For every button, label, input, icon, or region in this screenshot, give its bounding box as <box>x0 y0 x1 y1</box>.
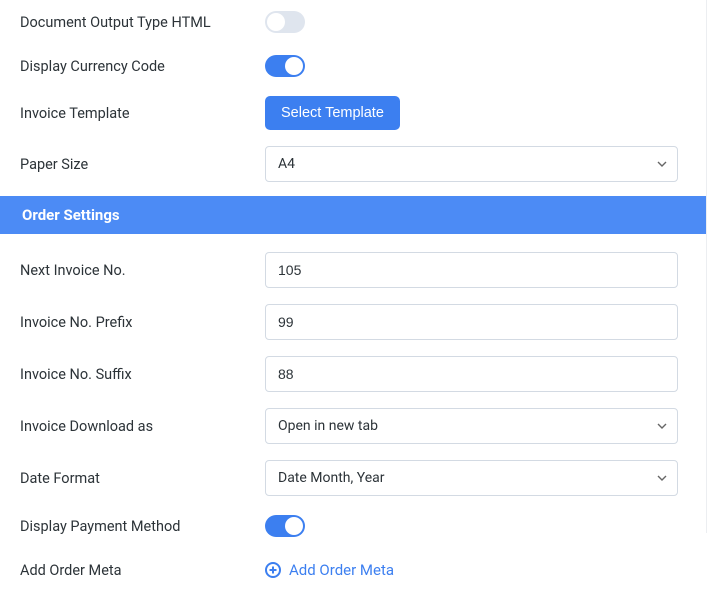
label-paper-size: Paper Size <box>20 156 265 173</box>
label-invoice-template: Invoice Template <box>20 105 265 122</box>
plus-circle-icon <box>265 562 281 578</box>
select-date-format[interactable]: Date Month, Year <box>265 460 678 496</box>
input-invoice-no-suffix[interactable] <box>265 356 678 392</box>
label-date-format: Date Format <box>20 470 265 487</box>
settings-form: Document Output Type HTML Display Curren… <box>0 0 720 592</box>
row-invoice-template: Invoice Template Select Template <box>0 88 720 138</box>
chevron-down-icon <box>657 473 667 483</box>
label-invoice-no-prefix: Invoice No. Prefix <box>20 314 265 331</box>
select-template-button[interactable]: Select Template <box>265 96 400 130</box>
label-document-output-type: Document Output Type HTML <box>20 14 265 31</box>
chevron-down-icon <box>657 421 667 431</box>
toggle-display-currency-code[interactable] <box>265 55 305 77</box>
section-header-order-settings: Order Settings <box>0 196 720 234</box>
input-invoice-no-prefix[interactable] <box>265 304 678 340</box>
row-display-payment-method: Display Payment Method <box>0 504 720 548</box>
row-add-order-meta: Add Order Meta Add Order Meta <box>0 548 720 592</box>
toggle-knob <box>285 517 303 535</box>
toggle-knob <box>285 57 303 75</box>
label-add-order-meta: Add Order Meta <box>20 562 265 579</box>
row-invoice-download-as: Invoice Download as Open in new tab <box>0 400 720 452</box>
label-invoice-no-suffix: Invoice No. Suffix <box>20 366 265 383</box>
select-date-format-value: Date Month, Year <box>278 470 384 486</box>
label-display-currency-code: Display Currency Code <box>20 58 265 75</box>
chevron-down-icon <box>657 159 667 169</box>
row-date-format: Date Format Date Month, Year <box>0 452 720 504</box>
add-order-meta-link-text: Add Order Meta <box>289 561 394 579</box>
label-next-invoice-no: Next Invoice No. <box>20 262 265 279</box>
select-invoice-download-as-value: Open in new tab <box>278 418 378 434</box>
input-next-invoice-no[interactable] <box>265 252 678 288</box>
label-invoice-download-as: Invoice Download as <box>20 418 265 435</box>
select-invoice-download-as[interactable]: Open in new tab <box>265 408 678 444</box>
row-document-output-type: Document Output Type HTML <box>0 0 720 44</box>
select-paper-size[interactable]: A4 <box>265 146 678 182</box>
row-display-currency-code: Display Currency Code <box>0 44 720 88</box>
label-display-payment-method: Display Payment Method <box>20 518 265 535</box>
select-paper-size-value: A4 <box>278 156 295 172</box>
toggle-display-payment-method[interactable] <box>265 515 305 537</box>
add-order-meta-link[interactable]: Add Order Meta <box>265 561 394 579</box>
scrollbar-track[interactable] <box>706 0 720 533</box>
row-invoice-no-prefix: Invoice No. Prefix <box>0 296 720 348</box>
row-paper-size: Paper Size A4 <box>0 138 720 190</box>
toggle-knob <box>267 13 285 31</box>
row-invoice-no-suffix: Invoice No. Suffix <box>0 348 720 400</box>
row-next-invoice-no: Next Invoice No. <box>0 244 720 296</box>
toggle-document-output-type[interactable] <box>265 11 305 33</box>
